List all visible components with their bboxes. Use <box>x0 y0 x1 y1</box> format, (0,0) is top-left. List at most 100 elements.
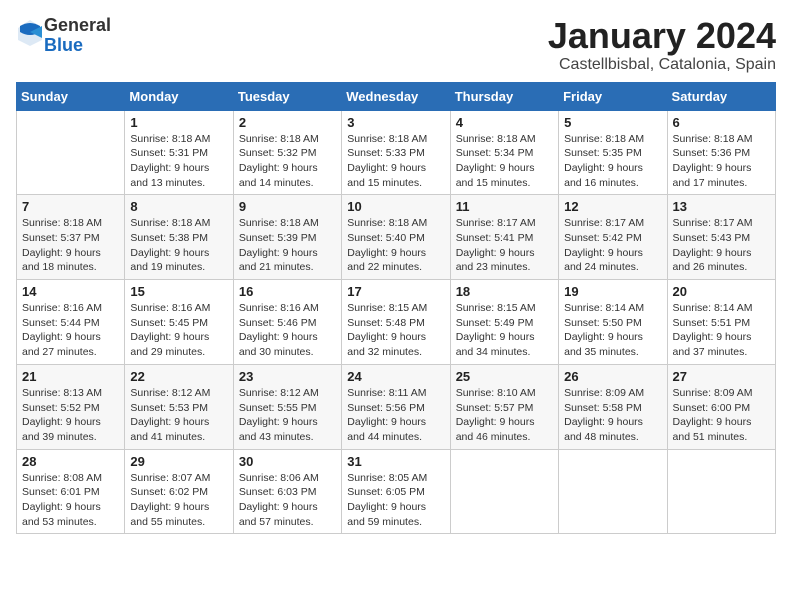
day-info: Sunrise: 8:09 AMSunset: 5:58 PMDaylight:… <box>564 386 661 445</box>
day-info: Sunrise: 8:14 AMSunset: 5:51 PMDaylight:… <box>673 301 770 360</box>
day-number: 6 <box>673 115 770 130</box>
calendar-cell: 27 Sunrise: 8:09 AMSunset: 6:00 PMDayligh… <box>667 364 775 449</box>
calendar-cell: 5 Sunrise: 8:18 AMSunset: 5:35 PMDaylight… <box>559 110 667 195</box>
day-info: Sunrise: 8:11 AMSunset: 5:56 PMDaylight:… <box>347 386 444 445</box>
day-number: 10 <box>347 199 444 214</box>
calendar-week-1: 7 Sunrise: 8:18 AMSunset: 5:37 PMDaylight… <box>17 195 776 280</box>
day-number: 7 <box>22 199 119 214</box>
calendar-week-2: 14 Sunrise: 8:16 AMSunset: 5:44 PMDayligh… <box>17 280 776 365</box>
day-info: Sunrise: 8:18 AMSunset: 5:31 PMDaylight:… <box>130 132 227 191</box>
day-info: Sunrise: 8:18 AMSunset: 5:35 PMDaylight:… <box>564 132 661 191</box>
day-info: Sunrise: 8:17 AMSunset: 5:43 PMDaylight:… <box>673 216 770 275</box>
day-number: 12 <box>564 199 661 214</box>
day-info: Sunrise: 8:16 AMSunset: 5:46 PMDaylight:… <box>239 301 336 360</box>
day-number: 14 <box>22 284 119 299</box>
day-number: 19 <box>564 284 661 299</box>
day-number: 17 <box>347 284 444 299</box>
calendar-cell: 21 Sunrise: 8:13 AMSunset: 5:52 PMDayligh… <box>17 364 125 449</box>
day-number: 13 <box>673 199 770 214</box>
day-number: 16 <box>239 284 336 299</box>
day-number: 30 <box>239 454 336 469</box>
logo-text: General Blue <box>44 16 111 56</box>
calendar-cell: 9Sunrise: 8:18 AMSunset: 5:39 PMDaylight… <box>233 195 341 280</box>
calendar-cell: 13 Sunrise: 8:17 AMSunset: 5:43 PMDayligh… <box>667 195 775 280</box>
calendar-cell: 19 Sunrise: 8:14 AMSunset: 5:50 PMDayligh… <box>559 280 667 365</box>
day-number: 5 <box>564 115 661 130</box>
calendar-cell: 23 Sunrise: 8:12 AMSunset: 5:55 PMDayligh… <box>233 364 341 449</box>
day-info: Sunrise: 8:18 AMSunset: 5:38 PMDaylight:… <box>130 216 227 275</box>
calendar-body: 1 Sunrise: 8:18 AMSunset: 5:31 PMDaylight… <box>17 110 776 534</box>
calendar-cell: 18Sunrise: 8:15 AMSunset: 5:49 PMDayligh… <box>450 280 558 365</box>
day-info: Sunrise: 8:12 AMSunset: 5:55 PMDaylight:… <box>239 386 336 445</box>
day-info: Sunrise: 8:13 AMSunset: 5:52 PMDaylight:… <box>22 386 119 445</box>
calendar-cell: 4 Sunrise: 8:18 AMSunset: 5:34 PMDaylight… <box>450 110 558 195</box>
day-info: Sunrise: 8:18 AMSunset: 5:37 PMDaylight:… <box>22 216 119 275</box>
day-info: Sunrise: 8:15 AMSunset: 5:48 PMDaylight:… <box>347 301 444 360</box>
day-number: 28 <box>22 454 119 469</box>
day-number: 20 <box>673 284 770 299</box>
day-number: 15 <box>130 284 227 299</box>
calendar-cell: 20 Sunrise: 8:14 AMSunset: 5:51 PMDayligh… <box>667 280 775 365</box>
day-info: Sunrise: 8:18 AMSunset: 5:33 PMDaylight:… <box>347 132 444 191</box>
title-area: January 2024 Castellbisbal, Catalonia, S… <box>548 16 776 74</box>
day-number: 18 <box>456 284 553 299</box>
calendar-cell: 30 Sunrise: 8:06 AMSunset: 6:03 PMDayligh… <box>233 449 341 534</box>
calendar-week-3: 21 Sunrise: 8:13 AMSunset: 5:52 PMDayligh… <box>17 364 776 449</box>
day-number: 21 <box>22 369 119 384</box>
logo-icon <box>16 18 44 48</box>
calendar-week-0: 1 Sunrise: 8:18 AMSunset: 5:31 PMDaylight… <box>17 110 776 195</box>
calendar-cell <box>450 449 558 534</box>
calendar-cell: 25 Sunrise: 8:10 AMSunset: 5:57 PMDayligh… <box>450 364 558 449</box>
calendar-cell: 6Sunrise: 8:18 AMSunset: 5:36 PMDaylight… <box>667 110 775 195</box>
weekday-header-thursday: Thursday <box>450 82 558 110</box>
day-number: 29 <box>130 454 227 469</box>
calendar-cell: 11 Sunrise: 8:17 AMSunset: 5:41 PMDayligh… <box>450 195 558 280</box>
day-number: 9 <box>239 199 336 214</box>
logo: General Blue <box>16 16 111 56</box>
day-info: Sunrise: 8:18 AMSunset: 5:34 PMDaylight:… <box>456 132 553 191</box>
calendar-cell <box>17 110 125 195</box>
calendar-cell: 3Sunrise: 8:18 AMSunset: 5:33 PMDaylight… <box>342 110 450 195</box>
day-info: Sunrise: 8:18 AMSunset: 5:32 PMDaylight:… <box>239 132 336 191</box>
day-number: 26 <box>564 369 661 384</box>
day-number: 4 <box>456 115 553 130</box>
calendar-cell: 1 Sunrise: 8:18 AMSunset: 5:31 PMDaylight… <box>125 110 233 195</box>
day-info: Sunrise: 8:07 AMSunset: 6:02 PMDaylight:… <box>130 471 227 530</box>
day-info: Sunrise: 8:16 AMSunset: 5:44 PMDaylight:… <box>22 301 119 360</box>
calendar-cell <box>559 449 667 534</box>
day-info: Sunrise: 8:14 AMSunset: 5:50 PMDaylight:… <box>564 301 661 360</box>
weekday-header-sunday: Sunday <box>17 82 125 110</box>
day-number: 27 <box>673 369 770 384</box>
weekday-header-row: SundayMondayTuesdayWednesdayThursdayFrid… <box>17 82 776 110</box>
day-number: 1 <box>130 115 227 130</box>
day-number: 2 <box>239 115 336 130</box>
calendar-cell: 2 Sunrise: 8:18 AMSunset: 5:32 PMDaylight… <box>233 110 341 195</box>
day-info: Sunrise: 8:16 AMSunset: 5:45 PMDaylight:… <box>130 301 227 360</box>
day-info: Sunrise: 8:06 AMSunset: 6:03 PMDaylight:… <box>239 471 336 530</box>
calendar-cell: 28Sunrise: 8:08 AMSunset: 6:01 PMDayligh… <box>17 449 125 534</box>
weekday-header-friday: Friday <box>559 82 667 110</box>
day-info: Sunrise: 8:17 AMSunset: 5:41 PMDaylight:… <box>456 216 553 275</box>
calendar-table: SundayMondayTuesdayWednesdayThursdayFrid… <box>16 82 776 535</box>
calendar-cell: 10 Sunrise: 8:18 AMSunset: 5:40 PMDayligh… <box>342 195 450 280</box>
calendar-cell: 22Sunrise: 8:12 AMSunset: 5:53 PMDayligh… <box>125 364 233 449</box>
day-number: 23 <box>239 369 336 384</box>
calendar-cell: 24Sunrise: 8:11 AMSunset: 5:56 PMDayligh… <box>342 364 450 449</box>
calendar-cell: 12Sunrise: 8:17 AMSunset: 5:42 PMDayligh… <box>559 195 667 280</box>
day-info: Sunrise: 8:10 AMSunset: 5:57 PMDaylight:… <box>456 386 553 445</box>
logo-general: General <box>44 16 111 36</box>
day-info: Sunrise: 8:09 AMSunset: 6:00 PMDaylight:… <box>673 386 770 445</box>
weekday-header-monday: Monday <box>125 82 233 110</box>
header: General Blue January 2024 Castellbisbal,… <box>16 16 776 74</box>
day-info: Sunrise: 8:18 AMSunset: 5:40 PMDaylight:… <box>347 216 444 275</box>
day-number: 8 <box>130 199 227 214</box>
calendar-cell: 17 Sunrise: 8:15 AMSunset: 5:48 PMDayligh… <box>342 280 450 365</box>
day-number: 25 <box>456 369 553 384</box>
weekday-header-wednesday: Wednesday <box>342 82 450 110</box>
calendar-cell: 14 Sunrise: 8:16 AMSunset: 5:44 PMDayligh… <box>17 280 125 365</box>
calendar-cell <box>667 449 775 534</box>
calendar-subtitle: Castellbisbal, Catalonia, Spain <box>548 56 776 74</box>
calendar-week-4: 28Sunrise: 8:08 AMSunset: 6:01 PMDayligh… <box>17 449 776 534</box>
calendar-cell: 29 Sunrise: 8:07 AMSunset: 6:02 PMDayligh… <box>125 449 233 534</box>
day-number: 11 <box>456 199 553 214</box>
